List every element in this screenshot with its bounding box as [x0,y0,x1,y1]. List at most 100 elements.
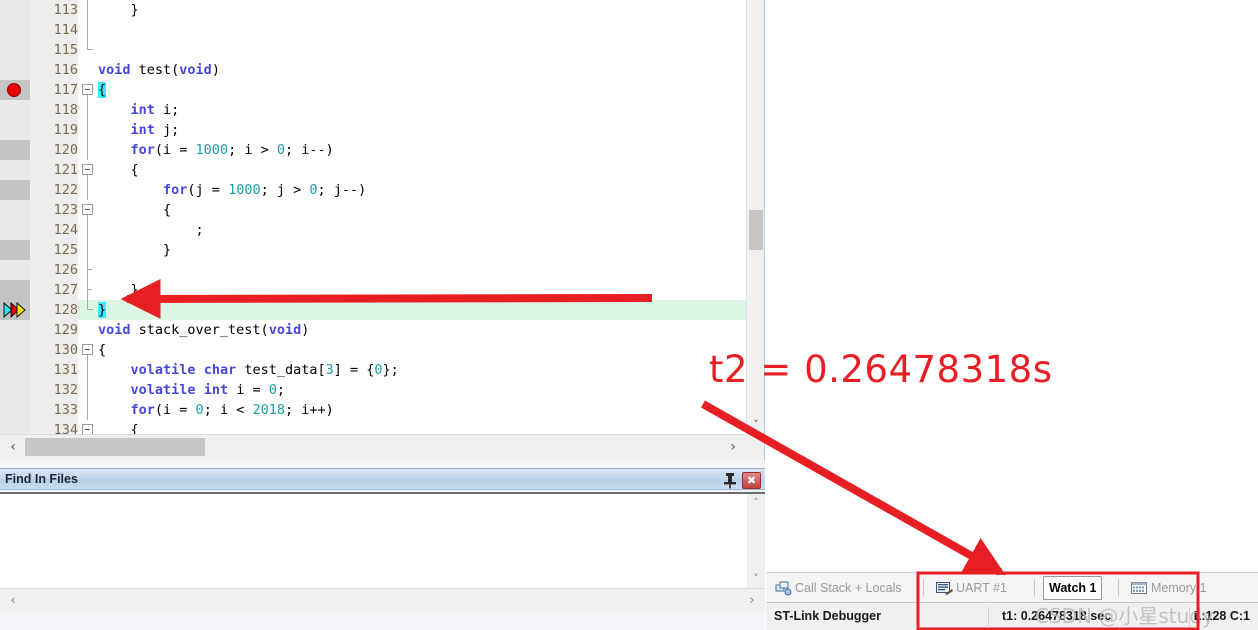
editor-gutter-cell[interactable] [0,120,30,140]
fold-margin-cell[interactable] [80,100,98,120]
line-number: 120 [30,140,78,160]
editor-gutter-cell[interactable] [0,360,30,380]
editor-gutter-cell[interactable] [0,320,30,340]
editor-gutter-cell[interactable] [0,20,30,40]
editor-gutter-cell[interactable] [0,420,30,434]
fold-margin-cell[interactable] [80,160,98,180]
editor-gutter-cell[interactable] [0,80,30,100]
editor-gutter-cell[interactable] [0,400,30,420]
code-line[interactable]: 118 int i; [0,100,746,120]
code-line-text: for(i = 1000; i > 0; i--) [130,142,334,158]
editor-horizontal-scrollbar[interactable]: ‹ › [0,434,746,460]
fold-margin-cell[interactable] [80,180,98,200]
editor-scroll-left-icon[interactable]: ‹ [2,435,24,460]
editor-gutter-cell[interactable] [0,160,30,180]
code-line[interactable]: 129 void stack_over_test(void) [0,320,746,340]
code-line[interactable]: 119 int j; [0,120,746,140]
find-in-files-results[interactable]: ˄ ˅ [0,492,765,588]
editor-gutter-cell[interactable] [0,300,30,320]
tab-call-stack-locals[interactable]: Call Stack + Locals [770,576,907,600]
editor-gutter-cell[interactable] [0,240,30,260]
code-line[interactable]: 113 } [0,0,746,20]
code-line-text: } [98,2,139,18]
code-line[interactable]: 114 [0,20,746,40]
fif-scroll-right-icon[interactable]: › [741,589,763,612]
code-line[interactable]: 123 { [0,200,746,220]
fif-scroll-down-icon[interactable]: ˅ [747,570,765,588]
debug-window-tabbar[interactable]: Call Stack + Locals UART #1 Watch 1 Memory … [766,572,1258,602]
tab-memory-1[interactable]: Memory 1 [1126,576,1212,600]
code-line[interactable]: 117 { [0,80,746,100]
editor-gutter-cell[interactable] [0,60,30,80]
fif-scroll-left-icon[interactable]: ‹ [2,589,24,612]
fold-margin-cell[interactable] [80,360,98,380]
fold-margin-cell[interactable] [80,340,98,360]
annotation-label: t2 = 0.26478318s [709,348,1053,391]
fold-margin-cell[interactable] [80,240,98,260]
find-in-files-titlebar[interactable]: Find In Files ✖ [0,468,765,490]
code-line[interactable]: 133 for(i = 0; i < 2018; i++) [0,400,746,420]
fold-margin-cell[interactable] [80,280,98,300]
fif-scroll-up-icon[interactable]: ˄ [747,494,765,512]
editor-gutter-cell[interactable] [0,280,30,300]
editor-gutter-cell[interactable] [0,340,30,360]
code-line[interactable]: 115 [0,40,746,60]
tab-separator-1 [923,579,924,596]
fold-margin-cell[interactable] [80,60,98,80]
code-line[interactable]: 130 { [0,340,746,360]
editor-vscroll-thumb[interactable] [749,210,763,250]
editor-gutter-cell[interactable] [0,100,30,120]
code-line[interactable]: 124 ; [0,220,746,240]
editor-gutter-cell[interactable] [0,380,30,400]
fold-margin-cell[interactable] [80,0,98,20]
editor-scroll-down-icon[interactable]: ˅ [747,416,765,434]
tab-watch-1[interactable]: Watch 1 [1043,576,1103,600]
code-line-text: volatile char test_data[3] = {0}; [130,362,399,378]
line-number: 115 [30,40,78,60]
editor-gutter-cell[interactable] [0,220,30,240]
code-line[interactable]: 132 volatile int i = 0; [0,380,746,400]
editor-gutter-cell[interactable] [0,260,30,280]
code-line[interactable]: 122 for(j = 1000; j > 0; j--) [0,180,746,200]
code-line[interactable]: 125 } [0,240,746,260]
close-icon[interactable]: ✖ [742,472,761,489]
fold-margin-cell[interactable] [80,260,98,280]
code-line[interactable]: 131 volatile char test_data[3] = {0}; [0,360,746,380]
editor-hscroll-thumb[interactable] [25,438,205,456]
code-line-text: ; [98,222,204,238]
fold-margin-cell[interactable] [80,400,98,420]
breakpoint-icon[interactable] [7,83,21,97]
fold-margin-cell[interactable] [80,200,98,220]
find-in-files-vertical-scrollbar[interactable]: ˄ ˅ [747,494,765,588]
code-line[interactable]: 126 [0,260,746,280]
code-text-area[interactable]: 113 } 114 115 116 void test(void) 117{118 int… [0,0,746,434]
editor-gutter-cell[interactable] [0,180,30,200]
fold-margin-cell[interactable] [80,40,98,60]
fold-margin-cell[interactable] [80,300,98,320]
fold-margin-cell[interactable] [80,320,98,340]
code-editor-pane[interactable]: 113 } 114 115 116 void test(void) 117{118 int… [0,0,765,460]
tab-uart-1[interactable]: UART #1 [931,576,1012,600]
editor-gutter-cell[interactable] [0,40,30,60]
fold-margin-cell[interactable] [80,140,98,160]
tab-label: Call Stack + Locals [795,581,902,595]
editor-gutter-cell[interactable] [0,0,30,20]
watch-window-pane[interactable] [766,0,1258,572]
fold-margin-cell[interactable] [80,80,98,100]
fold-margin-cell[interactable] [80,220,98,240]
code-line[interactable]: 127 } [0,280,746,300]
editor-gutter-cell[interactable] [0,140,30,160]
code-line[interactable]: 120 for(i = 1000; i > 0; i--) [0,140,746,160]
fold-margin-cell[interactable] [80,20,98,40]
code-line[interactable]: 116 void test(void) [0,60,746,80]
editor-gutter-cell[interactable] [0,200,30,220]
fold-margin-cell[interactable] [80,420,98,434]
find-in-files-horizontal-scrollbar[interactable]: ‹ › [0,588,765,612]
editor-scroll-right-icon[interactable]: › [722,435,744,460]
code-line[interactable]: 134 { [0,420,746,434]
pin-icon[interactable] [721,472,739,489]
code-line[interactable]: 121 { [0,160,746,180]
fold-margin-cell[interactable] [80,380,98,400]
code-line[interactable]: 128} [0,300,746,320]
fold-margin-cell[interactable] [80,120,98,140]
